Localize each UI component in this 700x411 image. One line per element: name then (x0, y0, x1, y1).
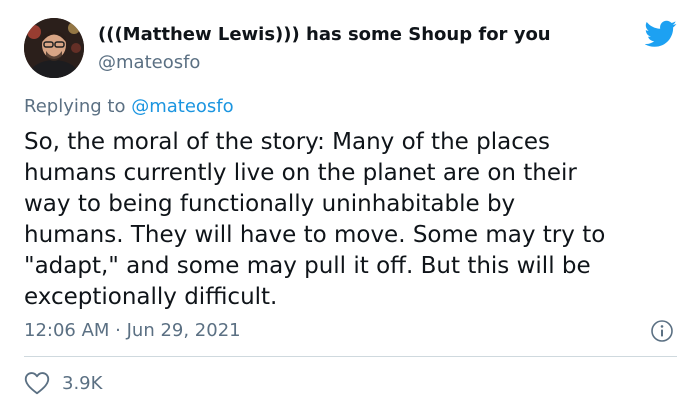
info-icon[interactable] (650, 319, 674, 343)
author-display-name[interactable]: (((Matthew Lewis))) has some Shoup for y… (98, 24, 551, 45)
tweet-text-line: So, the moral of the story: Many of the … (24, 129, 550, 155)
tweet-timestamp-link[interactable]: 12:06 AM · Jun 29, 2021 (24, 320, 241, 341)
avatar-photo (24, 18, 84, 78)
like-button[interactable]: 3.9K (24, 370, 102, 396)
tweet-text-line: humans currently live on the planet are … (24, 160, 577, 186)
tweet-text-line: humans. They will have to move. Some may… (24, 222, 606, 248)
tweet-text: So, the moral of the story: Many of the … (24, 127, 684, 313)
divider (24, 356, 677, 357)
heart-icon (24, 372, 50, 395)
author-handle[interactable]: @mateosfo (98, 52, 200, 73)
replying-to-handle-link[interactable]: @mateosfo (131, 96, 233, 117)
tweet-text-line: way to being functionally uninhabitable … (24, 191, 516, 217)
tweet-card: (((Matthew Lewis))) has some Shoup for y… (0, 0, 700, 411)
twitter-bird-icon[interactable] (645, 20, 677, 48)
replying-to-label: Replying to (24, 96, 126, 117)
like-count: 3.9K (62, 372, 103, 394)
replying-to-line: Replying to @mateosfo (24, 96, 234, 117)
avatar[interactable] (24, 18, 84, 78)
tweet-text-line: "adapt," and some may pull it off. But t… (24, 253, 591, 279)
tweet-text-line: exceptionally difficult. (24, 284, 278, 310)
